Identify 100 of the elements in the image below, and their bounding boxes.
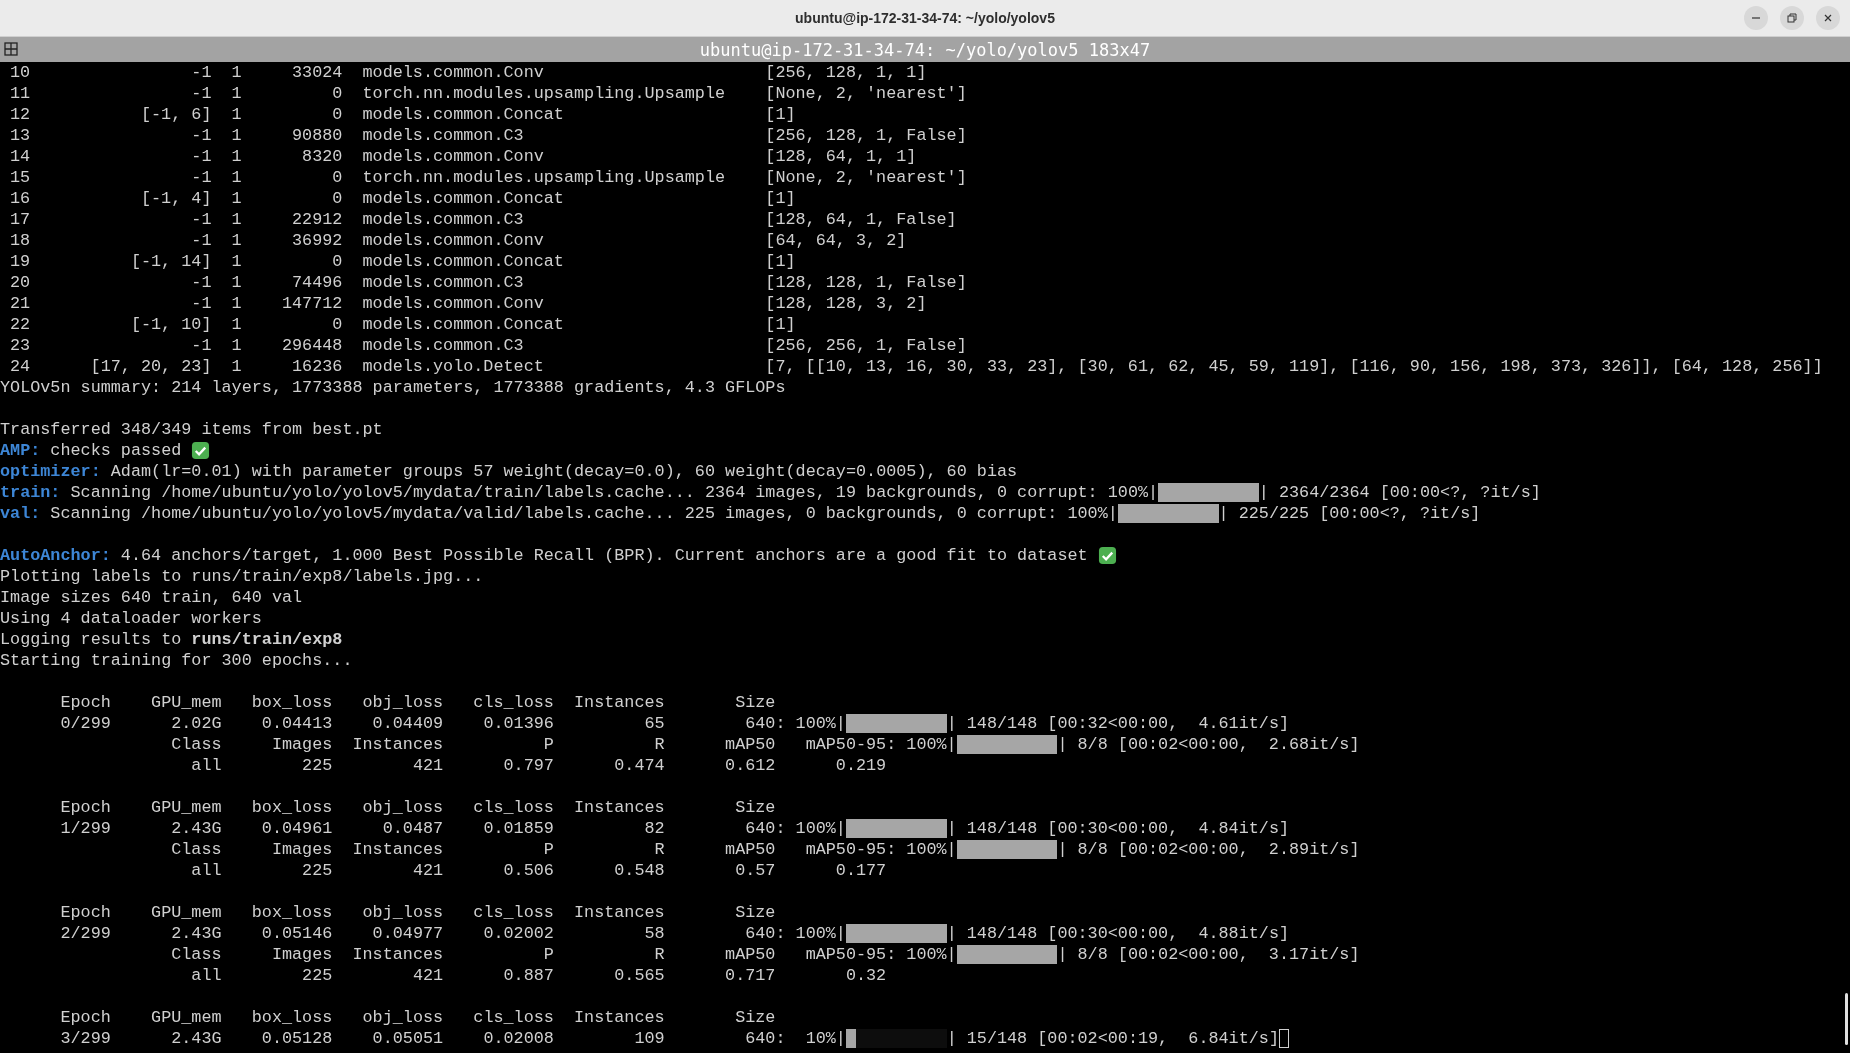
table-cell-text: -1 [190,83,212,104]
table-cell-text: -1 [190,293,212,314]
minimize-button[interactable] [1744,6,1768,30]
window-title: ubuntu@ip-172-31-34-74: ~/yolo/yolov5 [795,10,1055,26]
table-cell-text: -1 [190,167,212,188]
terminal-text: Scanning /home/ubuntu/yolo/yolov5/mydata/train/labels.cache... 2364 images, 19 backgrounds, 0 corrupt: 100%| [70,482,1159,503]
table-cell-text: models.common.Concat [362,251,565,272]
table-cell-text: models.common.Conv [362,230,545,251]
table-cell-text: [256, 128, 1, False] [765,125,968,146]
output-label: train: [0,482,61,503]
terminal-line: Starting training for 300 epochs... [0,650,353,671]
table-cell-text: 1 [230,272,242,293]
table-cell-text: 1 [230,167,242,188]
terminal-line: Transferred 348/349 items from best.pt [0,419,383,440]
table-cell-text: 1 [230,104,242,125]
table-cell-text: 1 [230,125,242,146]
terminal-line: Epoch GPU_mem box_loss obj_loss cls_loss Instances Size [59,902,776,923]
table-cell-text: 33024 [291,62,343,83]
table-cell-text: -1 [190,209,212,230]
table-cell-text: 13 [9,125,31,146]
terminal-text: | 8/8 [00:02<00:00, 3.17it/s] [1057,944,1360,965]
table-cell-text: 147712 [280,293,343,314]
table-cell-text: 18 [9,230,31,251]
output-label: val: [0,503,41,524]
table-cell-text: 10 [9,62,31,83]
table-cell-text: 21 [9,293,31,314]
table-cell-text: [256, 128, 1, 1] [765,62,928,83]
terminal-text: 0/299 2.02G 0.04413 0.04409 0.01396 65 640: 100%| [59,713,846,734]
table-cell-text: models.common.C3 [362,209,525,230]
close-button[interactable] [1816,6,1840,30]
table-cell-text: [-1, 10] [129,314,212,335]
table-cell-text: -1 [190,230,212,251]
terminal-text: | 8/8 [00:02<00:00, 2.89it/s] [1057,839,1360,860]
terminal-text: | 148/148 [00:30<00:00, 4.88it/s] [946,923,1290,944]
table-cell-text: 1 [230,314,242,335]
table-cell-text: [None, 2, 'nearest'] [765,83,968,104]
table-cell-text: 0 [331,83,343,104]
table-cell-text: 36992 [291,230,343,251]
table-cell-text: [17, 20, 23] [89,356,212,377]
table-cell-text: [128, 128, 1, False] [765,272,968,293]
table-cell-text: 8320 [301,146,343,167]
split-icon[interactable] [4,42,18,56]
table-cell-text: models.common.Concat [362,104,565,125]
table-cell-text: [1] [765,104,797,125]
table-cell-text: 1 [230,83,242,104]
table-cell-text: 11 [9,83,31,104]
table-cell-text: 20 [9,272,31,293]
table-cell-text: -1 [190,125,212,146]
table-cell-text: torch.nn.modules.upsampling.Upsample [362,83,727,104]
table-cell-text: 1 [230,335,242,356]
table-cell-text: [None, 2, 'nearest'] [765,167,968,188]
terminal-text: Scanning /home/ubuntu/yolo/yolov5/mydata/valid/labels.cache... 225 images, 0 backgrounds, 0 corrupt: 100%| [50,503,1118,524]
terminal-text: | 15/148 [00:02<00:19, 6.84it/s] [946,1028,1279,1049]
terminal-title: ubuntu@ip-172-31-34-74: ~/yolo/yolov5 183x47 [699,39,1151,60]
restore-icon [1787,13,1797,23]
table-cell-text: models.common.Conv [362,62,545,83]
terminal-text: | 148/148 [00:32<00:00, 4.61it/s] [946,713,1290,734]
table-cell-text: models.common.C3 [362,125,525,146]
table-cell-text: [1] [765,188,797,209]
table-cell-text: 0 [331,167,343,188]
terminal-line: Logging results to runs/train/exp8 [0,629,343,650]
table-cell-text: 296448 [280,335,343,356]
maximize-button[interactable] [1780,6,1804,30]
table-cell-text: 0 [331,188,343,209]
table-cell-text: 22 [9,314,31,335]
table-cell-text: [-1, 4] [139,188,212,209]
table-cell-text: 1 [230,230,242,251]
table-cell-text: 19 [9,251,31,272]
table-cell-text: -1 [190,146,212,167]
terminal-text: Class Images Instances P R mAP50 mAP50-95: 100%| [170,839,957,860]
table-cell-text: [128, 64, 1, False] [765,209,958,230]
table-cell-text: models.common.C3 [362,335,525,356]
terminal-text: Class Images Instances P R mAP50 mAP50-95: 100%| [170,734,957,755]
terminal-line: Image sizes 640 train, 640 val [0,587,303,608]
terminal-line: all 225 421 0.506 0.548 0.57 0.177 [190,860,887,881]
table-cell-text: models.common.Concat [362,314,565,335]
terminal-text: | 148/148 [00:30<00:00, 4.84it/s] [946,818,1290,839]
table-cell: [7, [[10, 13, 16, 30, 33, 23], [30, 61, 62, 45, 59, 119], [116, 90, 156, 198, 373, 326]], [64, 128, 256]] [765,356,1823,377]
table-cell-text: 15 [9,167,31,188]
table-cell-text: 16 [9,188,31,209]
terminal-text: | 225/225 [00:00<?, ?it/s] [1218,503,1481,524]
terminal-line: Epoch GPU_mem box_loss obj_loss cls_loss Instances Size [59,692,776,713]
scrollbar-thumb[interactable] [1845,993,1848,1045]
table-cell-text: [1] [765,314,797,335]
table-cell-text: models.common.Concat [362,188,565,209]
terminal-text: | 8/8 [00:02<00:00, 2.68it/s] [1057,734,1360,755]
table-cell-text: [128, 128, 3, 2] [765,293,928,314]
table-cell-text: models.common.Conv [362,293,545,314]
table-cell-text: models.common.Conv [362,146,545,167]
table-cell-text: [256, 256, 1, False] [765,335,968,356]
table-cell-text: [128, 64, 1, 1] [765,146,918,167]
table-cell-text: 22912 [291,209,343,230]
table-cell-text: 0 [331,251,343,272]
terminal-line: Plotting labels to runs/train/exp8/labels.jpg... [0,566,484,587]
terminal-text: | 2364/2364 [00:00<?, ?it/s] [1258,482,1541,503]
table-cell-text: 74496 [291,272,343,293]
table-cell-text: 1 [230,146,242,167]
table-cell-text: 16236 [291,356,343,377]
terminal-line: Using 4 dataloader workers [0,608,262,629]
output-label: AutoAnchor: [0,545,111,566]
